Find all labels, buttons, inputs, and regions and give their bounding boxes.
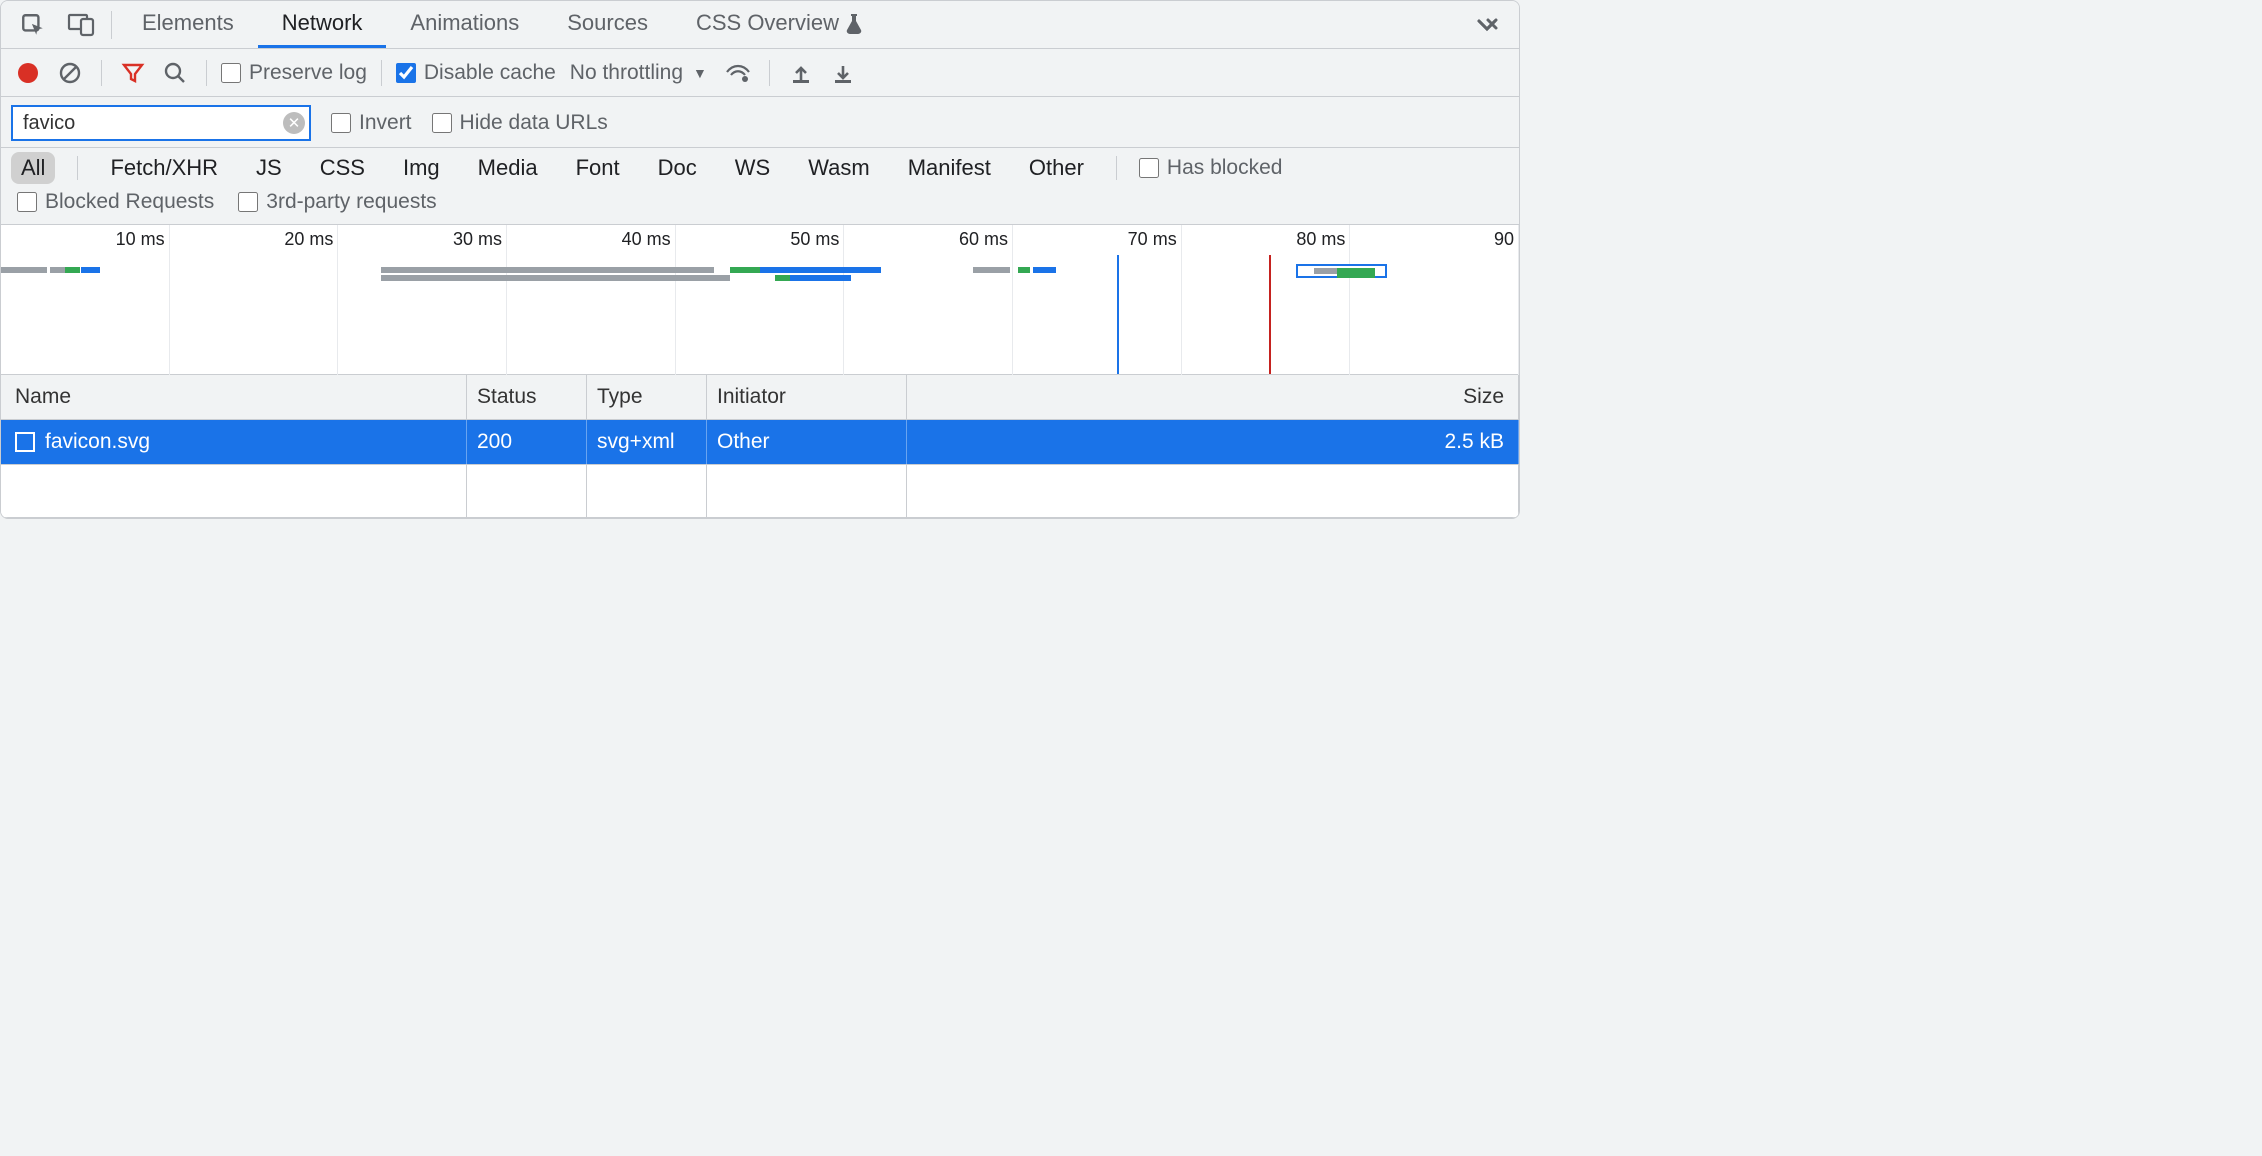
filter-row: ✕ Invert Hide data URLs xyxy=(1,97,1519,148)
type-manifest[interactable]: Manifest xyxy=(898,152,1001,184)
import-har-icon[interactable] xyxy=(784,56,818,90)
tick-label: 90 xyxy=(1494,229,1514,250)
divider xyxy=(1116,156,1117,180)
type-js[interactable]: JS xyxy=(246,152,292,184)
export-har-icon[interactable] xyxy=(826,56,860,90)
devtools-panel: Elements Network Animations Sources CSS … xyxy=(0,0,1520,519)
disable-cache-input[interactable] xyxy=(396,63,416,83)
tick-label: 60 ms xyxy=(959,229,1008,250)
type-ws[interactable]: WS xyxy=(725,152,780,184)
throttling-value: No throttling xyxy=(570,61,683,85)
preserve-log-checkbox[interactable]: Preserve log xyxy=(221,61,367,85)
tick-label: 40 ms xyxy=(622,229,671,250)
table-row[interactable]: favicon.svg 200 svg+xml Other 2.5 kB xyxy=(1,420,1519,465)
type-font[interactable]: Font xyxy=(566,152,630,184)
filter-input-wrap: ✕ xyxy=(11,105,311,141)
type-other[interactable]: Other xyxy=(1019,152,1094,184)
timeline-bars xyxy=(1,267,1519,289)
type-img[interactable]: Img xyxy=(393,152,450,184)
invert-input[interactable] xyxy=(331,113,351,133)
type-filter-row: All Fetch/XHR JS CSS Img Media Font Doc … xyxy=(1,148,1519,188)
tab-elements[interactable]: Elements xyxy=(118,1,258,48)
device-toolbar-icon[interactable] xyxy=(57,12,105,38)
tick-label: 10 ms xyxy=(116,229,165,250)
hide-data-urls-input[interactable] xyxy=(432,113,452,133)
dom-content-loaded-line xyxy=(1117,255,1119,374)
col-initiator[interactable]: Initiator xyxy=(707,375,907,419)
tab-network[interactable]: Network xyxy=(258,1,387,48)
preserve-log-input[interactable] xyxy=(221,63,241,83)
throttling-select[interactable]: No throttling ▼ xyxy=(564,61,713,85)
inspect-element-icon[interactable] xyxy=(9,12,57,38)
type-filter-row-2: Blocked Requests 3rd-party requests xyxy=(1,188,1519,225)
type-fetch-xhr[interactable]: Fetch/XHR xyxy=(100,152,228,184)
col-name[interactable]: Name xyxy=(1,375,467,419)
row-status: 200 xyxy=(467,420,587,464)
tab-sources[interactable]: Sources xyxy=(543,1,672,48)
col-status[interactable]: Status xyxy=(467,375,587,419)
load-event-line xyxy=(1269,255,1271,374)
has-blocked-input[interactable] xyxy=(1139,158,1159,178)
network-toolbar: Preserve log Disable cache No throttling… xyxy=(1,49,1519,97)
invert-label: Invert xyxy=(359,111,412,135)
row-name: favicon.svg xyxy=(45,430,150,454)
blocked-requests-label: Blocked Requests xyxy=(45,190,214,214)
tab-animations[interactable]: Animations xyxy=(386,1,543,48)
clear-button[interactable] xyxy=(53,56,87,90)
hide-data-urls-checkbox[interactable]: Hide data URLs xyxy=(432,111,608,135)
disable-cache-checkbox[interactable]: Disable cache xyxy=(396,61,556,85)
table-row-empty xyxy=(1,465,1519,518)
divider xyxy=(381,60,382,86)
filter-toggle-icon[interactable] xyxy=(116,56,150,90)
timeline-ticks: 10 ms 20 ms 30 ms 40 ms 50 ms 60 ms 70 m… xyxy=(1,225,1519,255)
clear-filter-icon[interactable]: ✕ xyxy=(283,112,305,134)
filter-input[interactable] xyxy=(11,105,311,141)
row-size: 2.5 kB xyxy=(907,420,1519,464)
tick-label: 20 ms xyxy=(284,229,333,250)
request-table: Name Status Type Initiator Size favicon.… xyxy=(1,375,1519,518)
divider xyxy=(101,60,102,86)
invert-checkbox[interactable]: Invert xyxy=(331,111,412,135)
preserve-log-label: Preserve log xyxy=(249,61,367,85)
divider xyxy=(77,156,78,180)
more-tabs-icon[interactable] xyxy=(1463,17,1511,33)
type-doc[interactable]: Doc xyxy=(648,152,707,184)
timeline-overview[interactable]: 10 ms 20 ms 30 ms 40 ms 50 ms 60 ms 70 m… xyxy=(1,225,1519,375)
disable-cache-label: Disable cache xyxy=(424,61,556,85)
has-blocked-label: Has blocked xyxy=(1167,156,1283,180)
blocked-requests-checkbox[interactable]: Blocked Requests xyxy=(17,190,214,214)
record-button[interactable] xyxy=(11,56,45,90)
chevron-down-icon: ▼ xyxy=(693,65,707,81)
tick-label: 50 ms xyxy=(790,229,839,250)
type-media[interactable]: Media xyxy=(468,152,548,184)
network-conditions-icon[interactable] xyxy=(721,56,755,90)
search-icon[interactable] xyxy=(158,56,192,90)
file-icon xyxy=(15,432,35,452)
row-initiator: Other xyxy=(707,420,907,464)
third-party-checkbox[interactable]: 3rd-party requests xyxy=(238,190,436,214)
flask-icon xyxy=(845,12,863,34)
tick-label: 30 ms xyxy=(453,229,502,250)
divider xyxy=(206,60,207,86)
hide-data-urls-label: Hide data URLs xyxy=(460,111,608,135)
main-tabs: Elements Network Animations Sources CSS … xyxy=(1,1,1519,49)
has-blocked-checkbox[interactable]: Has blocked xyxy=(1139,156,1283,180)
third-party-input[interactable] xyxy=(238,192,258,212)
type-wasm[interactable]: Wasm xyxy=(798,152,880,184)
divider xyxy=(769,60,770,86)
record-icon xyxy=(18,63,38,83)
col-type[interactable]: Type xyxy=(587,375,707,419)
tick-label: 70 ms xyxy=(1128,229,1177,250)
third-party-label: 3rd-party requests xyxy=(266,190,436,214)
blocked-requests-input[interactable] xyxy=(17,192,37,212)
type-css[interactable]: CSS xyxy=(310,152,375,184)
table-header: Name Status Type Initiator Size xyxy=(1,375,1519,420)
col-size[interactable]: Size xyxy=(907,375,1519,419)
divider xyxy=(111,11,112,39)
row-type: svg+xml xyxy=(587,420,707,464)
type-all[interactable]: All xyxy=(11,152,55,184)
tick-label: 80 ms xyxy=(1296,229,1345,250)
tab-css-overview[interactable]: CSS Overview xyxy=(672,1,887,48)
